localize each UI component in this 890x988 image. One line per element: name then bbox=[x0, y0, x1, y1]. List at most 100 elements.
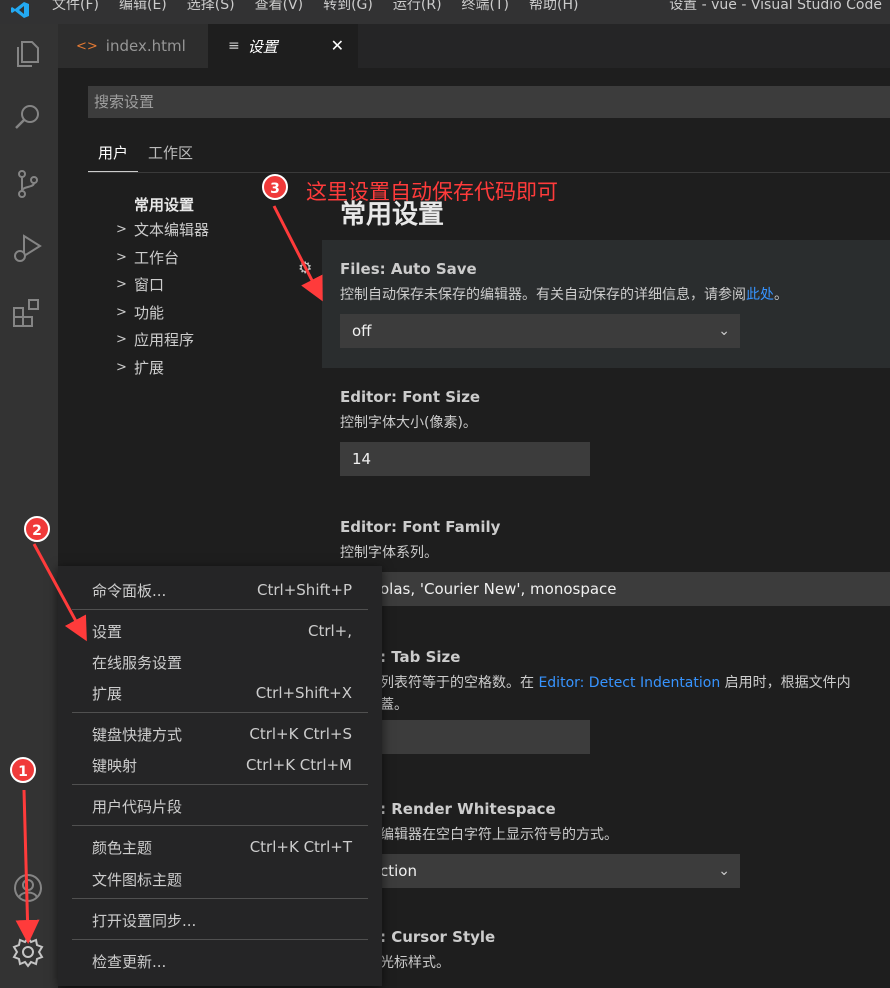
explorer-icon[interactable] bbox=[12, 38, 44, 70]
font-size-input[interactable]: 14 bbox=[340, 442, 590, 476]
toc-item-workbench[interactable]: > 工作台 bbox=[116, 244, 209, 272]
setting-description: 列表符等于的空格数。在 Editor: Detect Indentation 启… bbox=[340, 672, 851, 692]
menu-separator bbox=[72, 898, 368, 899]
menu-item-label: 命令面板... bbox=[92, 581, 167, 600]
toc-item-extensions[interactable]: > 扩展 bbox=[116, 354, 209, 382]
chevron-right-icon: > bbox=[116, 332, 127, 348]
vscode-logo-icon[interactable] bbox=[10, 1, 30, 19]
setting-name: Font Family bbox=[402, 518, 501, 536]
chevron-down-icon: ⌄ bbox=[718, 863, 730, 879]
menu-item-keyboard-shortcuts[interactable]: 键盘快捷方式 Ctrl+K Ctrl+S bbox=[92, 721, 352, 747]
menu-file[interactable]: 文件(F) bbox=[52, 0, 99, 14]
tab-workspace[interactable]: 工作区 bbox=[138, 140, 203, 172]
menu-item-label: 颜色主题 bbox=[92, 838, 153, 857]
title-bar: 文件(F) 编辑(E) 选择(S) 查看(V) 转到(G) 运行(R) 终端(T… bbox=[0, 0, 890, 24]
setting-description: 控制自动保存未保存的编辑器。有关自动保存的详细信息，请参阅此处。 bbox=[340, 284, 870, 304]
source-control-icon[interactable] bbox=[12, 168, 44, 200]
menu-item-file-icon-theme[interactable]: 文件图标主题 bbox=[92, 866, 352, 892]
menu-item-label: 在线服务设置 bbox=[92, 653, 183, 672]
menu-edit[interactable]: 编辑(E) bbox=[119, 0, 167, 14]
run-debug-icon[interactable] bbox=[12, 232, 44, 264]
tab-index-html[interactable]: <> index.html bbox=[58, 24, 208, 68]
arrow-3 bbox=[272, 205, 323, 302]
settings-scope-tabs: 用户 工作区 bbox=[88, 140, 203, 172]
toc-item-application[interactable]: > 应用程序 bbox=[116, 326, 209, 354]
editor-tabs: <> index.html ≡ 设置 ✕ bbox=[58, 24, 890, 68]
menu-selection[interactable]: 选择(S) bbox=[187, 0, 235, 14]
chevron-right-icon: > bbox=[116, 304, 127, 320]
render-whitespace-select[interactable]: ction ⌄ bbox=[340, 854, 740, 888]
setting-title: Editor: Font Family bbox=[340, 518, 890, 536]
menu-go[interactable]: 转到(G) bbox=[323, 0, 373, 14]
menu-item-shortcut: Ctrl+K Ctrl+T bbox=[249, 838, 352, 856]
toc-label: 扩展 bbox=[134, 358, 165, 377]
setting-title: Files: Auto Save bbox=[340, 260, 870, 278]
font-family-input[interactable]: olas, 'Courier New', monospace bbox=[340, 572, 890, 606]
setting-files-auto-save: Files: Auto Save 控制自动保存未保存的编辑器。有关自动保存的详细… bbox=[340, 260, 870, 348]
toc-item-window[interactable]: > 窗口 bbox=[116, 271, 209, 299]
tab-user[interactable]: 用户 bbox=[88, 140, 139, 172]
menu-item-check-updates[interactable]: 检查更新... bbox=[92, 948, 352, 974]
close-icon[interactable]: ✕ bbox=[331, 36, 344, 55]
menu-item-command-palette[interactable]: 命令面板... Ctrl+Shift+P bbox=[92, 577, 352, 603]
setting-description-2: 蓋。 bbox=[380, 697, 408, 713]
setting-gear-icon[interactable]: ⚙ bbox=[298, 258, 316, 277]
menu-item-label: 打开设置同步... bbox=[92, 911, 197, 930]
desc-text: 控制自动保存未保存的编辑器。有关自动保存的详细信息，请参阅 bbox=[340, 287, 746, 303]
menu-item-online-services[interactable]: 在线服务设置 bbox=[92, 649, 352, 675]
search-input[interactable] bbox=[88, 86, 890, 118]
account-icon[interactable] bbox=[12, 872, 44, 904]
menu-item-color-theme[interactable]: 颜色主题 Ctrl+K Ctrl+T bbox=[92, 834, 352, 860]
chevron-right-icon: > bbox=[116, 277, 127, 293]
menu-item-extensions[interactable]: 扩展 Ctrl+Shift+X bbox=[92, 680, 352, 706]
menu-item-label: 键盘快捷方式 bbox=[92, 725, 183, 744]
menu-separator bbox=[72, 712, 368, 713]
menu-item-user-snippets[interactable]: 用户代码片段 bbox=[92, 793, 352, 819]
chevron-right-icon: > bbox=[116, 249, 127, 265]
toc-item-features[interactable]: > 功能 bbox=[116, 299, 209, 327]
select-value: off bbox=[352, 322, 372, 340]
setting-description: 编辑器在空白字符上显示符号的方式。 bbox=[380, 827, 618, 843]
select-value: ction bbox=[380, 862, 417, 880]
setting-editor-tab-size: : Tab Size 列表符等于的空格数。在 Editor: Detect In… bbox=[340, 648, 851, 754]
toc-item-commonly-used[interactable]: 常用设置 bbox=[134, 194, 209, 216]
activity-bar bbox=[0, 24, 58, 988]
menu-item-label: 用户代码片段 bbox=[92, 797, 183, 816]
menu-item-label: 文件图标主题 bbox=[92, 870, 183, 889]
setting-title: Editor: Font Size bbox=[340, 388, 590, 406]
settings-toc: 常用设置 > 文本编辑器 > 工作台 > 窗口 > 功能 > 应用程序 > 扩展 bbox=[116, 194, 209, 381]
tab-settings[interactable]: ≡ 设置 ✕ bbox=[208, 24, 358, 68]
menu-separator bbox=[72, 939, 368, 940]
chevron-down-icon: ⌄ bbox=[718, 323, 730, 339]
menu-view[interactable]: 查看(V) bbox=[255, 0, 304, 14]
detect-indentation-link[interactable]: Editor: Detect Indentation bbox=[538, 675, 720, 691]
manage-gear-icon[interactable] bbox=[12, 936, 44, 968]
settings-file-icon: ≡ bbox=[228, 38, 240, 54]
menu-terminal[interactable]: 终端(T) bbox=[462, 0, 509, 14]
menu-item-label: 检查更新... bbox=[92, 952, 167, 971]
here-link[interactable]: 此处 bbox=[746, 287, 774, 303]
toc-item-text-editor[interactable]: > 文本编辑器 bbox=[116, 216, 209, 244]
menu-help[interactable]: 帮助(H) bbox=[529, 0, 578, 14]
setting-description: 控制字体系列。 bbox=[340, 545, 438, 561]
extensions-icon[interactable] bbox=[12, 296, 44, 328]
menu-item-label: 扩展 bbox=[92, 684, 123, 703]
menu-item-settings-sync[interactable]: 打开设置同步... bbox=[92, 907, 352, 933]
setting-editor-font-size: Editor: Font Size 控制字体大小(像素)。 14 bbox=[340, 388, 590, 476]
settings-search bbox=[88, 86, 890, 118]
toc-label: 功能 bbox=[134, 303, 165, 322]
menu-item-settings[interactable]: 设置 Ctrl+, bbox=[92, 618, 352, 644]
setting-title: : Tab Size bbox=[380, 648, 461, 666]
step-badge-2: 2 bbox=[24, 516, 50, 542]
auto-save-select[interactable]: off ⌄ bbox=[340, 314, 740, 348]
menu-separator bbox=[72, 784, 368, 785]
setting-category: Editor: bbox=[340, 518, 403, 536]
menu-item-shortcut: Ctrl+K Ctrl+M bbox=[245, 756, 352, 774]
chevron-right-icon: > bbox=[116, 222, 127, 238]
menu-run[interactable]: 运行(R) bbox=[393, 0, 442, 14]
divider bbox=[88, 172, 890, 173]
search-icon[interactable] bbox=[12, 102, 44, 134]
menu-item-label: 设置 bbox=[92, 622, 123, 641]
setting-category: Files: bbox=[340, 260, 391, 278]
menu-item-keymaps[interactable]: 键映射 Ctrl+K Ctrl+M bbox=[92, 752, 352, 778]
